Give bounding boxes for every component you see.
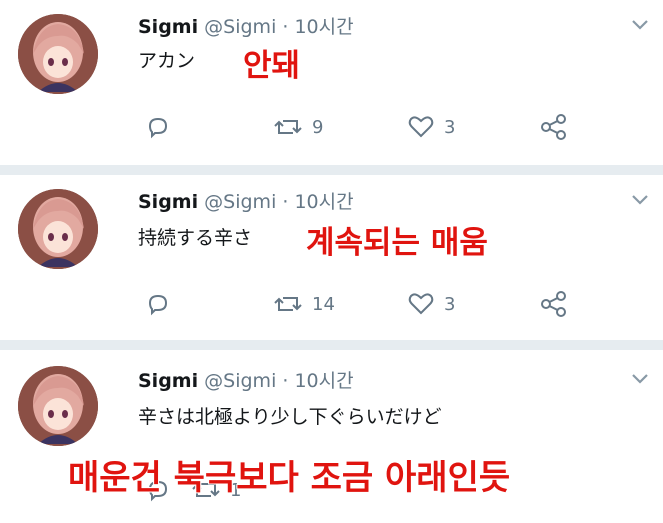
like-button[interactable]: 3 xyxy=(408,292,455,316)
timestamp[interactable]: · 10시간 xyxy=(282,370,353,392)
display-name[interactable]: Sigmi xyxy=(138,191,198,213)
tweet-text: 辛さは北極より少し下ぐらいだけど xyxy=(138,406,442,428)
tweet-3[interactable]: Sigmi @Sigmi · 10시간 辛さは北極より少し下ぐらいだけど 1 매… xyxy=(0,350,663,523)
retweet-icon xyxy=(274,120,302,134)
reply-icon xyxy=(148,117,168,139)
timestamp[interactable]: · 10시간 xyxy=(282,16,353,38)
share-icon xyxy=(541,114,566,140)
share-button[interactable] xyxy=(540,290,568,318)
share-icon xyxy=(541,291,566,317)
display-name[interactable]: Sigmi xyxy=(138,16,198,38)
avatar-image xyxy=(18,366,98,446)
avatar[interactable] xyxy=(18,366,98,446)
avatar[interactable] xyxy=(18,189,98,269)
tweet-text: 持続する辛さ xyxy=(138,227,253,249)
divider xyxy=(0,165,663,175)
share-button[interactable] xyxy=(540,113,568,141)
retweet-count: 14 xyxy=(312,293,335,315)
reply-button[interactable] xyxy=(146,115,170,139)
reply-button[interactable] xyxy=(146,292,170,316)
user-handle[interactable]: @Sigmi xyxy=(204,370,276,392)
chevron-down-icon[interactable] xyxy=(630,18,650,32)
timestamp[interactable]: · 10시간 xyxy=(282,191,353,213)
retweet-count: 9 xyxy=(312,116,324,138)
like-icon xyxy=(408,116,434,138)
retweet-button[interactable]: 14 xyxy=(274,292,335,316)
translation-overlay: 계속되는 매움 xyxy=(306,225,488,261)
tweet-header: Sigmi @Sigmi · 10시간 xyxy=(138,12,354,39)
chevron-down-icon[interactable] xyxy=(630,372,650,386)
tweet-header: Sigmi @Sigmi · 10시간 xyxy=(138,187,354,214)
retweet-button[interactable]: 9 xyxy=(274,115,323,139)
chevron-down-icon[interactable] xyxy=(630,193,650,207)
avatar-image xyxy=(18,14,98,94)
like-count: 3 xyxy=(444,116,456,138)
retweet-icon xyxy=(274,297,302,311)
translation-overlay: 매운건 북극보다 조금 아래인듯 xyxy=(68,458,511,498)
tweet-header: Sigmi @Sigmi · 10시간 xyxy=(138,366,354,393)
reply-icon xyxy=(148,294,168,316)
like-count: 3 xyxy=(444,293,456,315)
like-icon xyxy=(408,293,434,315)
tweet-2[interactable]: Sigmi @Sigmi · 10시간 持続する辛さ 계속되는 매움 14 3 xyxy=(0,175,663,340)
translation-overlay: 안돼 xyxy=(243,48,301,84)
tweet-text: アカン xyxy=(138,50,196,72)
divider xyxy=(0,340,663,350)
display-name[interactable]: Sigmi xyxy=(138,370,198,392)
avatar-image xyxy=(18,189,98,269)
user-handle[interactable]: @Sigmi xyxy=(204,191,276,213)
like-button[interactable]: 3 xyxy=(408,115,455,139)
tweet-1[interactable]: Sigmi @Sigmi · 10시간 アカン 안돼 9 3 xyxy=(0,0,663,165)
avatar[interactable] xyxy=(18,14,98,94)
user-handle[interactable]: @Sigmi xyxy=(204,16,276,38)
